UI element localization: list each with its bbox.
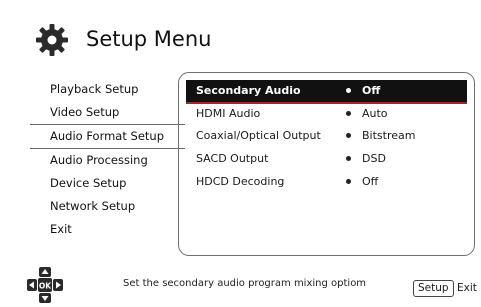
bullet-icon <box>346 179 351 184</box>
sidebar-item-video-setup[interactable]: Video Setup <box>30 101 180 124</box>
exit-label: Exit <box>457 282 477 294</box>
dpad-icon: OK <box>27 267 63 303</box>
setting-value: DSD <box>362 152 386 165</box>
dpad-ok-label: OK <box>39 282 52 291</box>
sidebar-item-audio-format-setup[interactable]: Audio Format Setup <box>30 124 185 149</box>
setting-name: Coaxial/Optical Output <box>196 129 321 142</box>
bullet-icon <box>346 88 351 93</box>
sidebar-item-device-setup[interactable]: Device Setup <box>30 172 180 195</box>
setting-row-secondary-audio[interactable]: Secondary Audio Off <box>186 80 467 104</box>
help-text: Set the secondary audio program mixing o… <box>123 278 367 289</box>
sidebar-item-network-setup[interactable]: Network Setup <box>30 195 180 218</box>
gear-icon <box>36 24 68 56</box>
setting-row-hdmi-audio[interactable]: HDMI Audio Auto <box>186 103 467 125</box>
sidebar: Playback Setup Video Setup Audio Format … <box>30 78 185 241</box>
setting-name: HDCD Decoding <box>196 175 285 188</box>
setting-value: Off <box>362 175 379 188</box>
header: Setup Menu <box>34 22 334 62</box>
setup-button[interactable]: Setup <box>413 280 454 297</box>
setting-name: Secondary Audio <box>196 84 301 97</box>
settings-panel: Secondary Audio Off HDMI Audio Auto Coax… <box>178 72 475 256</box>
setting-row-sacd-output[interactable]: SACD Output DSD <box>186 148 467 170</box>
page-title: Setup Menu <box>86 27 212 51</box>
setting-value: Auto <box>362 107 388 120</box>
setting-name: HDMI Audio <box>196 107 261 120</box>
setting-row-coaxial-optical-output[interactable]: Coaxial/Optical Output Bitstream <box>186 125 467 147</box>
setting-value: Bitstream <box>362 129 416 142</box>
bullet-icon <box>346 156 351 161</box>
setting-value: Off <box>362 84 381 97</box>
setting-row-hdcd-decoding[interactable]: HDCD Decoding Off <box>186 171 467 193</box>
bullet-icon <box>346 111 351 116</box>
setting-name: SACD Output <box>196 152 269 165</box>
sidebar-item-playback-setup[interactable]: Playback Setup <box>30 78 180 101</box>
footer: OK Set the secondary audio program mixin… <box>0 266 481 306</box>
sidebar-item-audio-processing[interactable]: Audio Processing <box>30 149 180 172</box>
bullet-icon <box>346 133 351 138</box>
sidebar-item-exit[interactable]: Exit <box>30 218 180 241</box>
